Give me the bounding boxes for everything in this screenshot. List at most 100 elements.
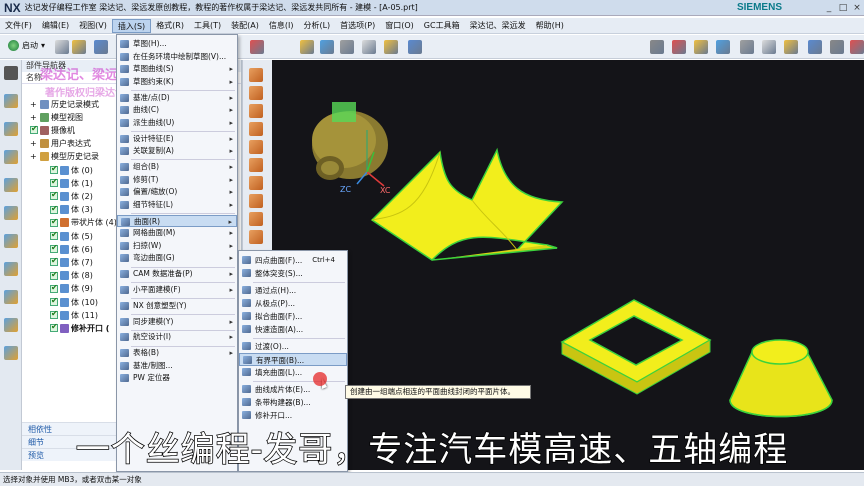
constraint-icon[interactable] xyxy=(4,122,18,136)
part-icon[interactable] xyxy=(4,150,18,164)
insert_menu-item[interactable]: 航空设计(I) ▸ xyxy=(117,331,237,344)
expand-icon[interactable]: + xyxy=(30,113,38,122)
insert_menu-item[interactable]: 组合(B) ▸ xyxy=(117,161,237,174)
toolbar-tool-icon[interactable] xyxy=(850,40,864,54)
tree-row[interactable]: + 历史记录模式 xyxy=(30,98,99,110)
minimize-button[interactable]: _ xyxy=(822,2,836,14)
visibility-checkbox[interactable] xyxy=(50,190,58,201)
tree-row[interactable]: 体 (11) xyxy=(50,309,98,321)
system-icon[interactable] xyxy=(4,346,18,360)
insert_menu-item[interactable]: NX 创意塑型(Y) xyxy=(117,300,237,313)
tree-row[interactable]: + 模型历史记录 xyxy=(30,151,99,163)
toolbar-tool-icon[interactable] xyxy=(808,40,822,54)
tree-row[interactable]: + 用户表达式 xyxy=(30,138,91,150)
visibility-checkbox[interactable] xyxy=(50,296,58,306)
surface_submenu-item[interactable]: 拟合曲面(F)... xyxy=(239,310,347,323)
menu-4[interactable]: 格式(R) xyxy=(151,19,189,33)
viewport-tool-icon[interactable] xyxy=(249,176,263,190)
visibility-checkbox[interactable] xyxy=(50,217,58,227)
insert_menu-item[interactable]: 草图(H)... xyxy=(117,38,237,51)
menu-9[interactable]: 首选项(P) xyxy=(335,19,380,33)
toolbar-tool-icon[interactable] xyxy=(72,40,86,54)
tree-row[interactable]: 体 (5) xyxy=(50,230,93,242)
toolbar-tool-icon[interactable] xyxy=(784,40,798,54)
tree-row[interactable]: 摄像机 xyxy=(30,124,75,136)
visibility-checkbox[interactable] xyxy=(50,322,58,333)
menu-6[interactable]: 装配(A) xyxy=(226,19,264,33)
surface_submenu-item[interactable]: 从极点(P)... xyxy=(239,297,347,310)
tree-row[interactable]: 体 (9) xyxy=(50,283,93,295)
menu-1[interactable]: 编辑(E) xyxy=(37,19,74,33)
insert_menu-item[interactable]: 基准/点(D) ▸ xyxy=(117,92,237,105)
menu-13[interactable]: 帮助(H) xyxy=(531,19,569,33)
toolbar-tool-icon[interactable] xyxy=(650,40,664,54)
visibility-checkbox[interactable] xyxy=(50,256,58,267)
viewport-tool-icon[interactable] xyxy=(249,194,263,208)
expand-icon[interactable]: + xyxy=(30,100,38,109)
insert_menu-item[interactable]: 关联复制(A) ▸ xyxy=(117,145,237,158)
toolbar-tool-icon[interactable] xyxy=(340,40,354,54)
insert_menu-item[interactable]: 派生曲线(U) ▸ xyxy=(117,117,237,130)
insert_menu-item[interactable]: 扫掠(W) ▸ xyxy=(117,240,237,253)
visibility-checkbox[interactable] xyxy=(50,204,58,214)
close-button[interactable]: × xyxy=(850,2,864,14)
toolbar-tool-icon[interactable] xyxy=(740,40,754,54)
toolbar-tool-icon[interactable] xyxy=(672,40,686,54)
insert_menu-item[interactable]: CAM 数据准备(P) ▸ xyxy=(117,268,237,281)
surface_submenu-item[interactable]: 过渡(O)... xyxy=(239,340,347,353)
viewport-tool-icon[interactable] xyxy=(249,86,263,100)
surface_submenu-item[interactable]: 快速造面(A)... xyxy=(239,323,347,336)
toolbar-tool-icon[interactable] xyxy=(716,40,730,54)
menu-5[interactable]: 工具(T) xyxy=(189,19,226,33)
tree-row[interactable]: 带状片体 (4) xyxy=(50,217,117,229)
toolbar-tool-icon[interactable] xyxy=(55,40,69,54)
surface_submenu-item[interactable]: 修补开口... xyxy=(239,409,347,422)
tree-row[interactable]: 体 (7) xyxy=(50,256,93,268)
toolbar-tool-icon[interactable] xyxy=(830,40,844,54)
library-icon[interactable] xyxy=(4,178,18,192)
insert_menu-item[interactable]: 表格(B) ▸ xyxy=(117,347,237,360)
toolbar-tool-icon[interactable] xyxy=(408,40,422,54)
surface_submenu-item[interactable]: 曲线成片体(E)... xyxy=(239,383,347,396)
visibility-checkbox[interactable] xyxy=(50,164,58,174)
surface_submenu-item[interactable]: 填充曲面(L)... xyxy=(239,366,347,379)
tree-row[interactable]: 修补开口 ( xyxy=(50,322,109,334)
menu-3[interactable]: 插入(S) xyxy=(111,18,152,33)
graphics-viewport[interactable]: ZC XC xyxy=(272,60,864,470)
insert_menu-item[interactable]: 小平面建模(F) ▸ xyxy=(117,284,237,297)
start-button[interactable]: 启动 ▾ xyxy=(8,40,45,51)
role-icon[interactable] xyxy=(4,262,18,276)
tree-row[interactable]: 体 (3) xyxy=(50,204,93,216)
menu-0[interactable]: 文件(F) xyxy=(0,19,37,33)
menu-10[interactable]: 窗口(O) xyxy=(380,19,419,33)
viewport-tool-icon[interactable] xyxy=(249,212,263,226)
toolbar-tool-icon[interactable] xyxy=(320,40,334,54)
menu-7[interactable]: 信息(I) xyxy=(264,19,299,33)
viewport-tool-icon[interactable] xyxy=(249,158,263,172)
tree-row[interactable]: 体 (0) xyxy=(50,164,93,176)
tree-row[interactable]: 体 (1) xyxy=(50,177,93,189)
palette-icon[interactable] xyxy=(4,318,18,332)
visibility-checkbox[interactable] xyxy=(50,177,58,188)
insert_menu-item[interactable]: 修剪(T) ▸ xyxy=(117,174,237,187)
menu-12[interactable]: 梁达记、梁远发 xyxy=(465,19,531,33)
insert_menu-item[interactable]: 在任务环境中绘制草图(V)... xyxy=(117,51,237,64)
toolbar-tool-icon[interactable] xyxy=(94,40,108,54)
tree-row[interactable]: 体 (6) xyxy=(50,243,93,255)
visibility-checkbox[interactable] xyxy=(30,124,38,135)
viewport-tool-icon[interactable] xyxy=(249,122,263,136)
surface_submenu-item[interactable]: 四点曲面(F)... Ctrl+4 xyxy=(239,254,347,267)
assembly-icon[interactable] xyxy=(4,94,18,108)
menu-8[interactable]: 分析(L) xyxy=(298,19,335,33)
history-icon[interactable] xyxy=(4,234,18,248)
insert_menu-item[interactable]: 设计特征(E) ▸ xyxy=(117,133,237,146)
insert_menu-item[interactable]: 弯边曲面(G) ▸ xyxy=(117,252,237,265)
surface_submenu-item[interactable]: 有界平面(B)... xyxy=(239,353,347,366)
tree-row[interactable]: 体 (10) xyxy=(50,296,98,308)
visibility-checkbox[interactable] xyxy=(50,283,58,293)
insert_menu-item[interactable]: 细节特征(L) ▸ xyxy=(117,199,237,212)
visibility-checkbox[interactable] xyxy=(50,243,58,254)
measure-icon[interactable] xyxy=(4,290,18,304)
insert_menu-item[interactable]: 网格曲面(M) ▸ xyxy=(117,227,237,240)
menu-11[interactable]: GC工具箱 xyxy=(419,19,465,33)
